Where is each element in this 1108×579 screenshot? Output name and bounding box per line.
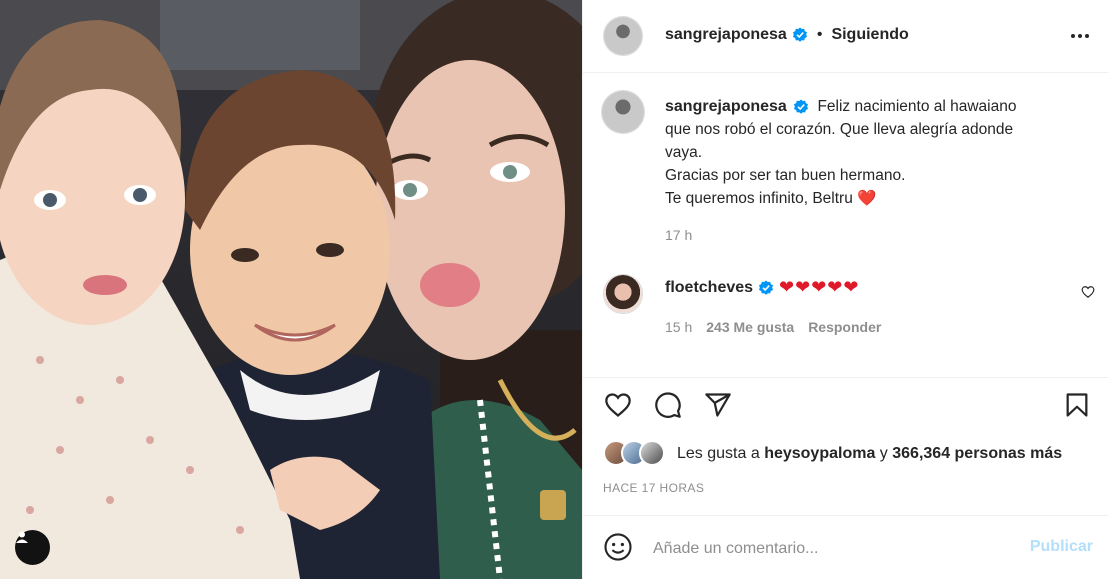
following-button[interactable]: Siguiendo [831,26,908,44]
likes-others[interactable]: 366,364 personas más [892,445,1062,463]
likes-conj: y [879,445,888,462]
header-username[interactable]: sangrejaponesa [665,26,787,44]
caption-line: Te queremos infinito, Beltru [665,190,853,207]
action-bar [583,377,1108,437]
post-details-panel: sangrejaponesa • Siguiendo sangrejapones… [582,0,1108,579]
likes-summary: Les gusta a heysoypaloma y 366,364 perso… [603,440,1062,468]
like-comment-heart-icon[interactable] [1081,285,1095,299]
commenter-avatar[interactable] [603,274,643,314]
comment-input[interactable] [653,534,1013,564]
post-photo[interactable] [0,0,582,579]
post-caption: sangrejaponesa Feliz nacimiento al hawai… [665,95,1085,247]
commenter-username[interactable]: floetcheves [665,279,753,297]
verified-badge-icon [794,99,809,114]
comments-section: sangrejaponesa Feliz nacimiento al hawai… [583,74,1108,376]
user-tag-icon [16,531,28,543]
header-user: sangrejaponesa • Siguiendo [665,26,909,44]
caption-username[interactable]: sangrejaponesa [665,98,787,115]
comment-meta: 15 h 243 Me gusta Responder [665,319,881,335]
comment-likes[interactable]: 243 Me gusta [706,319,794,335]
likes-prefix: Les gusta a [677,445,760,462]
photo-illustration [0,0,582,579]
more-options-icon[interactable] [1071,26,1089,46]
share-icon[interactable] [703,391,733,419]
publish-button[interactable]: Publicar [1030,538,1093,556]
caption-line: que nos robó el corazón. Que lleva alegr… [665,121,1014,138]
caption-line: Gracias por ser tan buen hermano. [665,167,906,184]
emoji-icon[interactable] [603,532,633,562]
separator-dot: • [816,26,823,43]
comment-icon[interactable] [653,391,683,419]
comment-time[interactable]: 15 h [665,319,692,335]
comment-text: ❤❤❤❤❤ [779,277,860,297]
caption-time[interactable]: 17 h [665,224,1085,247]
reply-button[interactable]: Responder [808,319,881,335]
save-bookmark-icon[interactable] [1063,391,1091,419]
add-comment-bar: Publicar [583,515,1108,579]
like-heart-icon[interactable] [603,391,633,419]
verified-badge-icon [759,280,774,295]
liked-by-avatars[interactable] [603,440,667,468]
comment: floetcheves ❤❤❤❤❤ [665,277,859,298]
liked-by-user[interactable]: heysoypaloma [764,445,875,463]
verified-badge-icon [792,27,807,42]
caption-line: vaya. [665,144,703,161]
caption-avatar[interactable] [601,90,645,134]
post-header: sangrejaponesa • Siguiendo [583,0,1108,73]
heart-emoji: ❤️ [857,190,877,207]
avatar[interactable] [603,16,643,56]
caption-line: Feliz nacimiento al hawaiano [817,98,1017,115]
post-timestamp[interactable]: HACE 17 HORAS [603,481,704,495]
user-tag-button[interactable] [15,530,50,565]
